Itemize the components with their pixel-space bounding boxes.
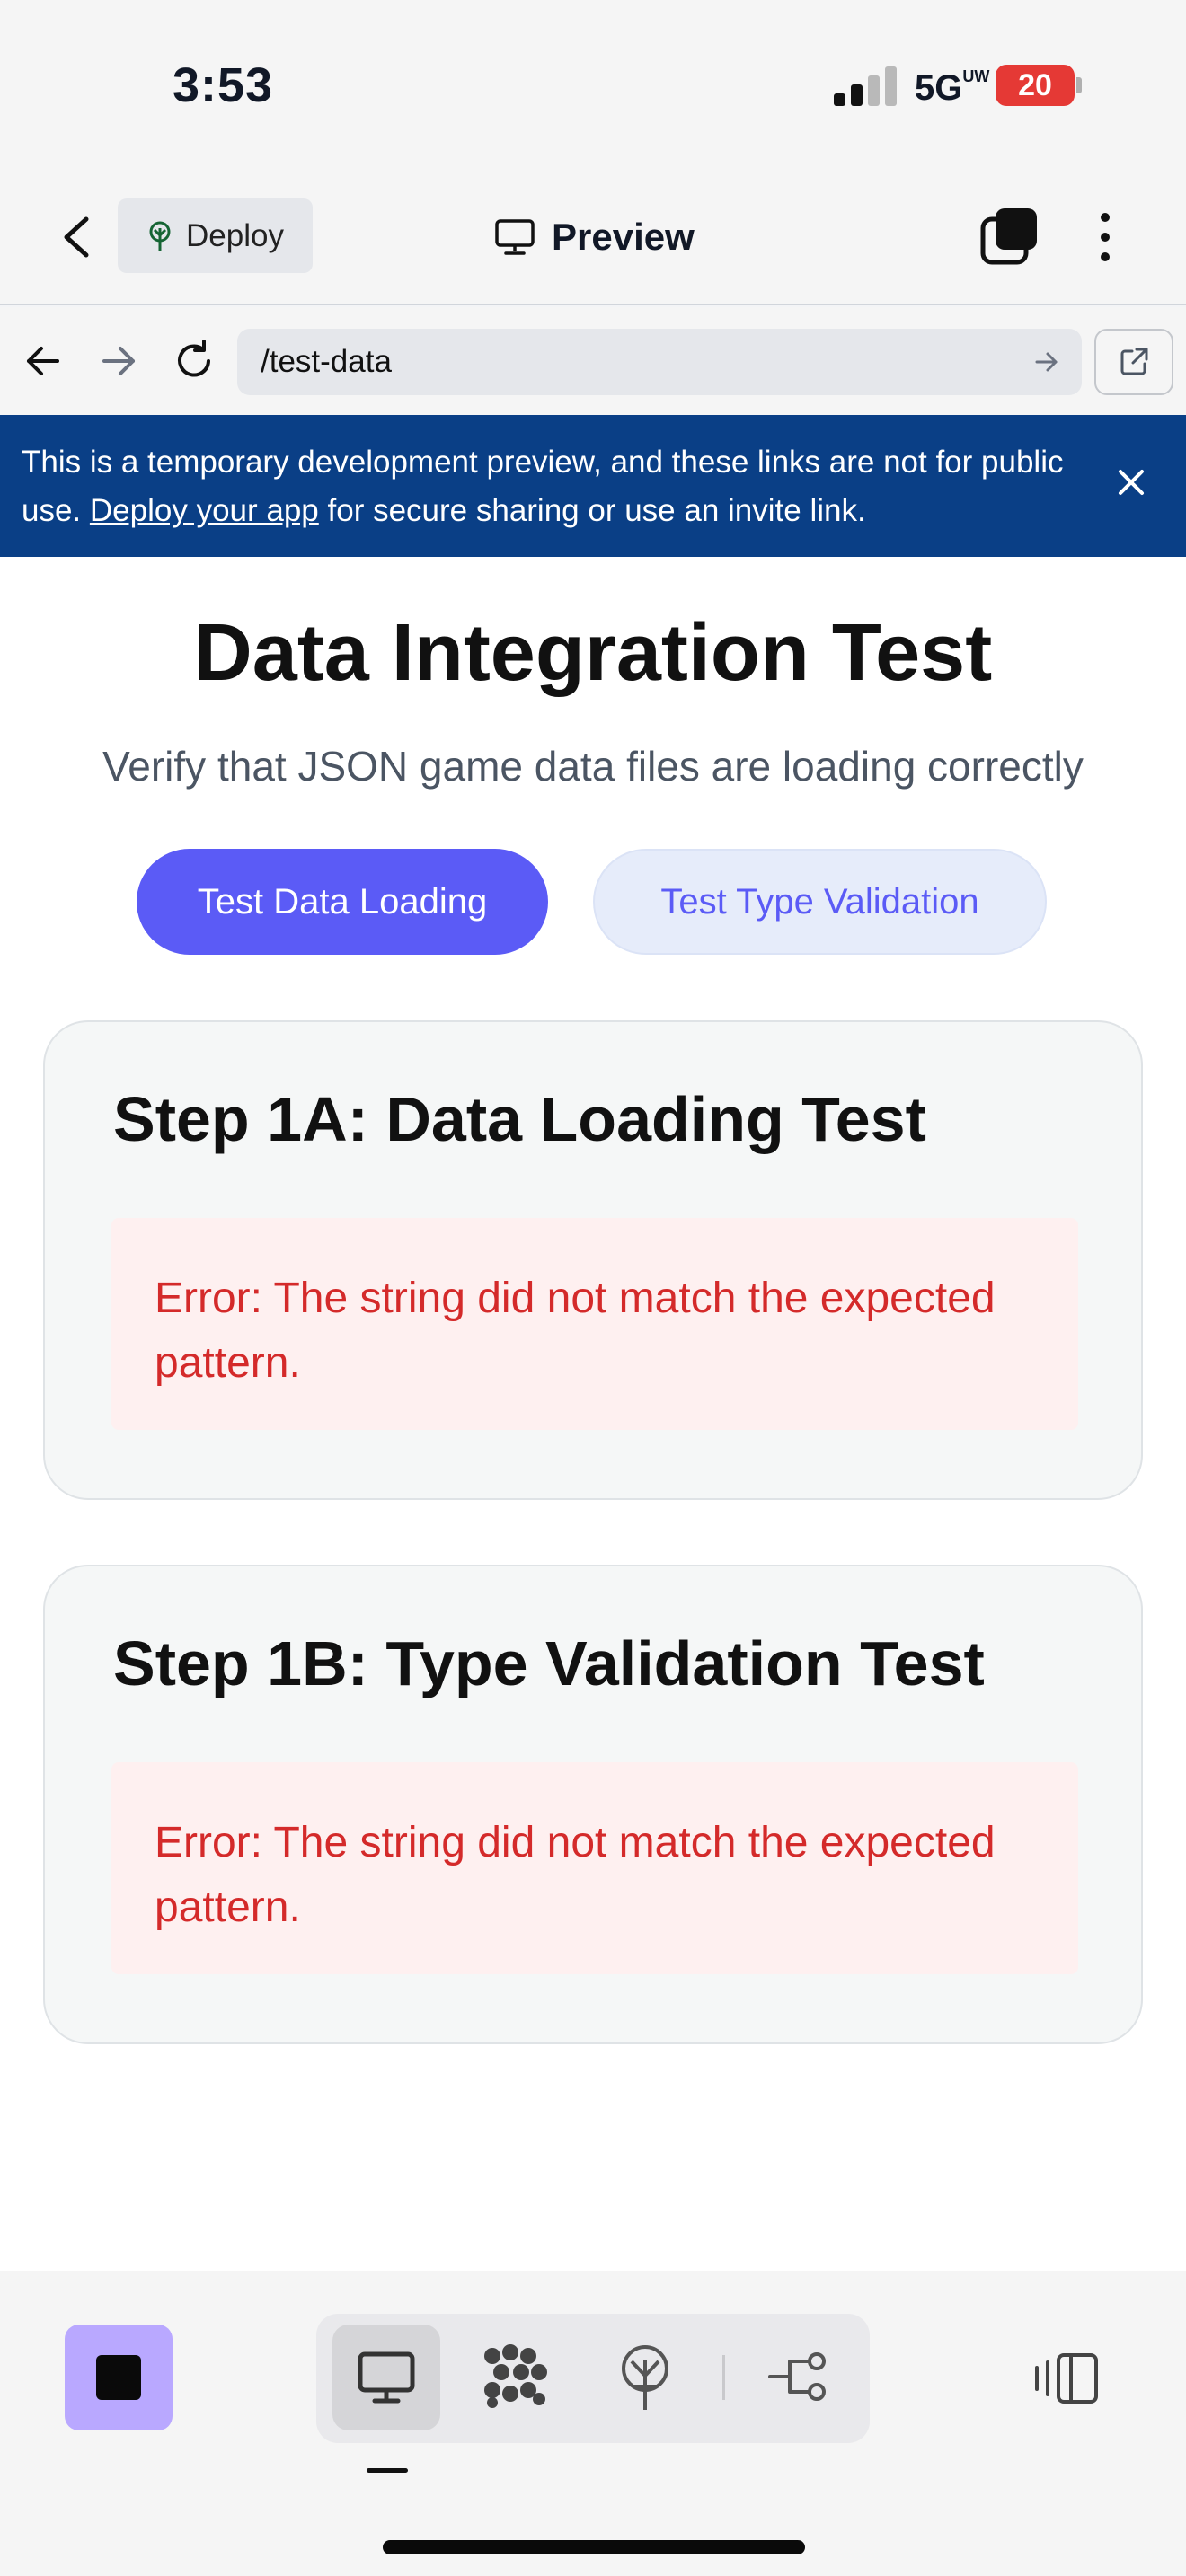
network-indicator: 5GUW	[915, 68, 989, 109]
open-external-button[interactable]	[1094, 329, 1173, 395]
preview-banner: This is a temporary development preview,…	[0, 415, 1186, 557]
preview-label: Preview	[552, 216, 695, 258]
error-message: Error: The string did not match the expe…	[111, 1762, 1078, 1974]
page-subtitle: Verify that JSON game data files are loa…	[102, 743, 1084, 790]
page-content: Data Integration Test Verify that JSON g…	[0, 557, 1186, 2271]
signal-icon	[834, 66, 897, 106]
browser-bar: /test-data	[0, 307, 1186, 415]
battery-tip	[1076, 77, 1082, 93]
network-sup: UW	[962, 67, 990, 85]
deploy-label: Deploy	[186, 217, 284, 253]
reload-icon[interactable]	[171, 338, 217, 384]
test-data-loading-button[interactable]: Test Data Loading	[137, 849, 548, 955]
battery-icon: 20	[996, 65, 1075, 106]
back-chevron-icon[interactable]	[54, 212, 99, 262]
forward-arrow-icon[interactable]	[95, 338, 142, 384]
flow-icon	[768, 2352, 826, 2401]
status-time: 3:53	[173, 58, 274, 112]
back-arrow-icon[interactable]	[20, 338, 66, 384]
monitor-icon	[358, 2351, 415, 2404]
stop-icon	[96, 2355, 141, 2400]
status-bar: 3:53 5GUW 20	[0, 0, 1186, 171]
monitor-icon	[495, 219, 535, 255]
active-view-indicator	[367, 2468, 408, 2473]
preview-view-button[interactable]	[332, 2325, 440, 2430]
tree-icon	[149, 221, 171, 251]
deploy-app-link[interactable]: Deploy your app	[90, 493, 319, 528]
banner-text-end: for secure sharing or use an invite link…	[318, 493, 866, 528]
url-text: /test-data	[261, 344, 392, 379]
data-loading-card: Step 1A: Data Loading Test Error: The st…	[43, 1020, 1143, 1500]
battery-level: 20	[1018, 67, 1052, 102]
grid-dots-icon	[484, 2344, 547, 2408]
home-indicator[interactable]	[383, 2540, 805, 2554]
app-toolbar: Deploy Preview	[0, 171, 1186, 305]
url-input[interactable]: /test-data	[237, 329, 1082, 395]
card-title: Step 1A: Data Loading Test	[113, 1084, 926, 1154]
type-validation-card: Step 1B: Type Validation Test Error: The…	[43, 1565, 1143, 2044]
view-switcher	[316, 2314, 870, 2443]
go-arrow-icon[interactable]	[1033, 348, 1060, 375]
bottom-dock	[0, 2271, 1186, 2576]
panel-toggle-icon[interactable]	[1033, 2350, 1102, 2407]
deploy-view-button[interactable]	[591, 2325, 699, 2430]
close-icon[interactable]	[1112, 463, 1150, 501]
preview-title: Preview	[494, 210, 695, 264]
console-view-button[interactable]	[462, 2325, 570, 2430]
more-vertical-icon[interactable]	[1087, 208, 1123, 266]
divider	[722, 2355, 725, 2400]
error-message: Error: The string did not match the expe…	[111, 1218, 1078, 1430]
open-external-icon	[1120, 348, 1148, 375]
deploy-tree-icon	[622, 2345, 668, 2410]
page-title: Data Integration Test	[193, 608, 993, 698]
stop-button[interactable]	[65, 2325, 173, 2430]
flow-view-button[interactable]	[744, 2325, 852, 2430]
card-title: Step 1B: Type Validation Test	[113, 1628, 985, 1698]
test-type-validation-button[interactable]: Test Type Validation	[593, 849, 1047, 955]
network-label: 5G	[915, 68, 963, 108]
deploy-button[interactable]: Deploy	[118, 198, 313, 273]
tabs-icon[interactable]	[979, 207, 1039, 266]
